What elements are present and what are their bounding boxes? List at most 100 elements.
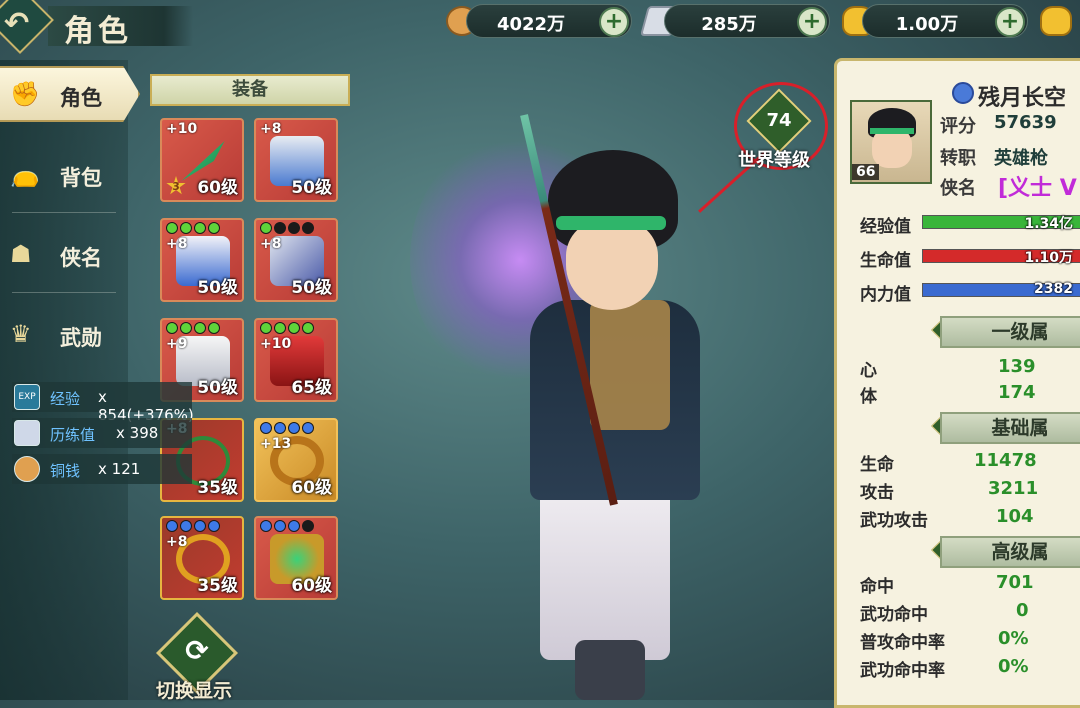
reward-name: 经验	[50, 390, 81, 408]
stat-label: 武功命中	[860, 605, 928, 625]
currency-copper-value: 4022万	[496, 14, 566, 35]
character-boots	[575, 640, 645, 700]
stat-value: 104	[996, 506, 1034, 527]
section-header-advanced: 高级属	[940, 536, 1080, 568]
item-level: 60级	[291, 576, 332, 596]
stat-value: 174	[998, 382, 1036, 403]
section-header-primary: 一级属	[940, 316, 1080, 348]
equip-slot-ring[interactable]: +13 60级	[254, 418, 338, 502]
nav-item-wuxun[interactable]: ♛ 武勋	[0, 306, 128, 366]
stat-label: 生命	[860, 455, 894, 475]
bag-icon: 👝	[10, 160, 40, 188]
item-level: 35级	[197, 576, 238, 596]
enhance-level: +8	[166, 534, 188, 550]
nav-item-bag[interactable]: 👝 背包	[0, 146, 128, 206]
enhance-level: +10	[166, 121, 198, 137]
character-armor	[590, 300, 670, 430]
gold-ingot-icon-2	[1040, 6, 1072, 36]
nav-item-character[interactable]: ✊ 角色	[0, 66, 128, 126]
reward-count: x 398	[116, 424, 159, 442]
gem-row	[260, 322, 314, 334]
reward-lilian: 历练值 x 398	[12, 418, 192, 448]
mp-bar-text: 2382	[1034, 281, 1073, 297]
item-level: 50级	[197, 278, 238, 298]
nav-item-xiaming[interactable]: ☗ 侠名	[0, 226, 128, 286]
equip-slot-bracer[interactable]: +8 50级	[254, 218, 338, 302]
stat-value: 0	[1016, 600, 1029, 621]
stat-value: 11478	[974, 450, 1037, 471]
character-face	[566, 220, 658, 310]
stat-label: 命中	[860, 577, 894, 597]
mp-bar: 2382	[922, 281, 1080, 297]
stat-value: 0%	[998, 656, 1029, 677]
equip-slot-chest[interactable]: +10 65级	[254, 318, 338, 402]
scroll-icon	[14, 420, 40, 446]
exp-bar: 1.34亿	[922, 215, 1080, 232]
gem-row	[260, 222, 314, 234]
hp-bar: 1.10万	[922, 249, 1080, 266]
enhance-level: +13	[260, 436, 292, 452]
switch-display-label[interactable]: 切换显示	[156, 676, 232, 703]
item-level: 50级	[291, 178, 332, 198]
reward-exp: EXP 经验 x 854(+376%)	[12, 382, 194, 424]
title-label: 侠名	[940, 178, 976, 199]
page-title: 角色	[64, 14, 132, 49]
add-gold-button[interactable]: +	[995, 7, 1025, 37]
reward-copper: 铜钱 x 121	[12, 454, 192, 484]
exp-bar-text: 1.34亿	[1024, 216, 1073, 232]
crown-icon: ♛	[10, 320, 32, 348]
nav-item-label: 背包	[60, 166, 102, 190]
character-name: 残月长空	[978, 86, 1067, 111]
nav-item-label: 武勋	[60, 326, 102, 350]
equip-slot-weapon[interactable]: +10 3 60级	[160, 118, 244, 202]
hp-bar-text: 1.10万	[1024, 250, 1073, 266]
nav-divider	[12, 212, 116, 213]
currency-silver-value: 285万	[701, 14, 757, 35]
currency-silver: 285万 +	[664, 4, 830, 38]
equip-slot-armor[interactable]: +8 50级	[254, 118, 338, 202]
reward-name: 铜钱	[50, 462, 81, 480]
stat-label: 心	[860, 361, 877, 381]
currency-copper: 4022万 +	[466, 4, 632, 38]
refresh-icon[interactable]: ⟳	[180, 634, 214, 668]
exp-icon: EXP	[14, 384, 40, 410]
item-level: 60级	[291, 478, 332, 498]
gem-row	[166, 520, 220, 532]
score-label: 评分	[940, 116, 976, 137]
score-value: 57639	[994, 112, 1057, 133]
back-arrow-icon[interactable]: ↶	[4, 6, 29, 41]
currency-gold: 1.00万 +	[862, 4, 1028, 38]
reward-count: x 121	[98, 460, 141, 478]
mask-icon: ☗	[10, 240, 32, 268]
title-value: [义士 V	[998, 176, 1077, 201]
character-pants	[540, 480, 670, 660]
stat-value: 0%	[998, 628, 1029, 649]
gem-row	[260, 520, 314, 532]
class-spear-icon	[952, 82, 974, 104]
mp-bar-label: 内力值	[860, 285, 911, 305]
gem-row	[166, 222, 220, 234]
stat-label: 武功攻击	[860, 511, 928, 531]
enhance-level: +9	[166, 336, 188, 352]
add-copper-button[interactable]: +	[599, 7, 629, 37]
enhance-level: +8	[260, 236, 282, 252]
nav-item-label: 侠名	[60, 246, 102, 270]
equip-slot-bracelet[interactable]: +8 35级	[160, 516, 244, 600]
job-label: 转职	[940, 148, 976, 169]
item-level: 50级	[197, 378, 238, 398]
enhance-level: +8	[166, 236, 188, 252]
item-level: 50级	[291, 278, 332, 298]
copper-coin-icon	[14, 456, 40, 482]
stat-label: 体	[860, 387, 877, 407]
hp-bar-label: 生命值	[860, 251, 911, 271]
character-headband	[556, 216, 666, 230]
exp-bar-label: 经验值	[860, 217, 911, 237]
world-level-value: 74	[766, 110, 792, 131]
section-header-basic: 基础属	[940, 412, 1080, 444]
stat-label: 武功命中率	[860, 661, 945, 681]
equip-slot-belt[interactable]: +8 50级	[160, 218, 244, 302]
equip-slot-amulet[interactable]: 60级	[254, 516, 338, 600]
add-silver-button[interactable]: +	[797, 7, 827, 37]
reward-name: 历练值	[50, 426, 96, 444]
portrait-level: 66	[852, 164, 880, 180]
